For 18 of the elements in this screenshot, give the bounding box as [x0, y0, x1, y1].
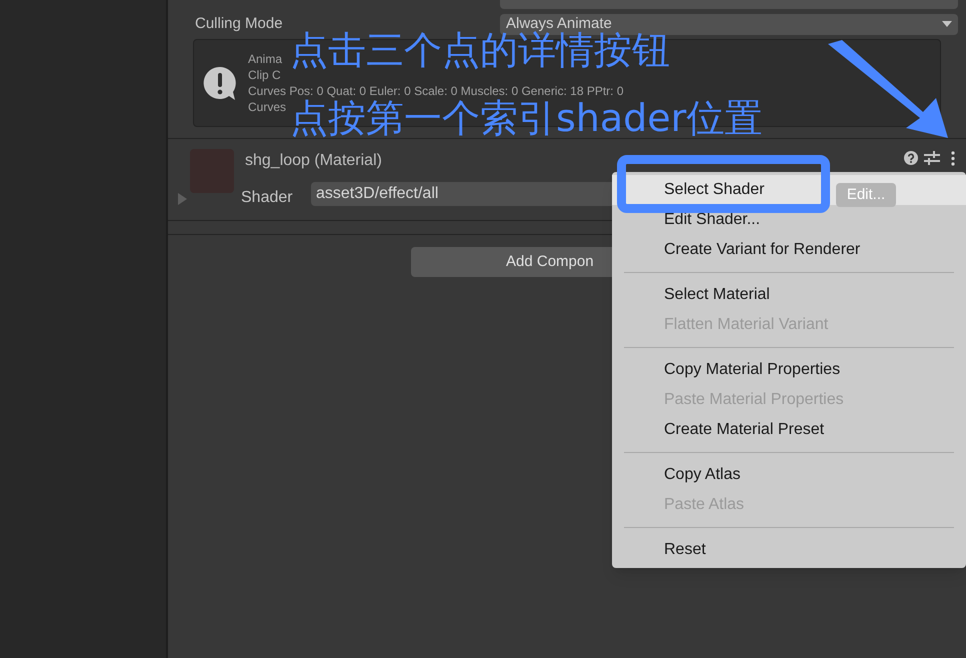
- info-line: Curves: [248, 99, 288, 115]
- menu-item[interactable]: Create Material Preset: [612, 415, 966, 445]
- menu-item[interactable]: Copy Material Properties: [612, 355, 966, 385]
- annotation-text: 点按第一个索引shader位置: [290, 98, 762, 138]
- more-options-icon[interactable]: [951, 151, 955, 166]
- info-line: Anima: [248, 51, 284, 67]
- warning-speech-bubble-icon: [202, 65, 238, 101]
- sliders-icon[interactable]: [924, 151, 940, 165]
- help-icon[interactable]: [904, 151, 918, 165]
- menu-item[interactable]: Reset: [612, 535, 966, 565]
- material-title: shg_loop (Material): [245, 151, 382, 171]
- shader-label: Shader: [241, 188, 293, 208]
- menu-item[interactable]: Select Material: [612, 280, 966, 310]
- info-line: Clip C: [248, 67, 282, 83]
- field-label: Culling Mode: [195, 14, 284, 34]
- caret-icon: [942, 21, 952, 27]
- info-line: Curves Pos: 0 Quat: 0 Euler: 0 Scale: 0 Muscles: 0 Generic: 18 PPtr: 0: [248, 83, 624, 99]
- menu-item[interactable]: Copy Atlas: [612, 460, 966, 490]
